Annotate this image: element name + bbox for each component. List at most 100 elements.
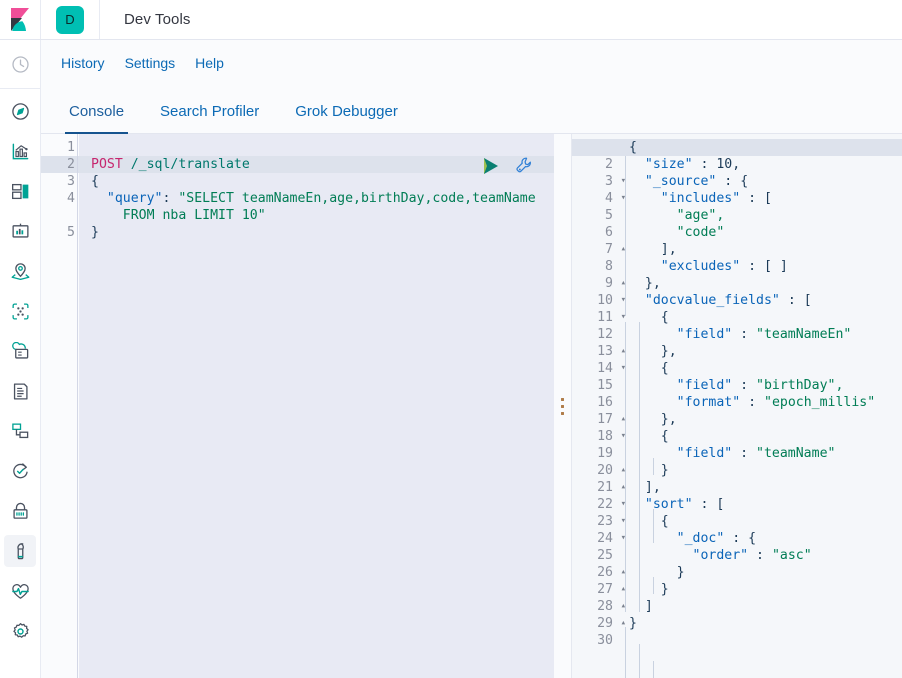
code-line: } bbox=[91, 225, 99, 240]
line-number: 16 bbox=[597, 395, 613, 410]
code-line: { bbox=[91, 174, 99, 189]
gutter-line[interactable]: 17 ▴ bbox=[572, 411, 626, 428]
tab-console[interactable]: Console bbox=[51, 103, 142, 134]
request-code-area[interactable]: POST /_sql/translate { "query": "SELECT … bbox=[77, 134, 554, 678]
sidebar-item-apm[interactable] bbox=[4, 415, 36, 447]
line-number: 22 bbox=[597, 497, 613, 512]
space-avatar: D bbox=[56, 5, 84, 34]
json-separator: : bbox=[724, 531, 749, 546]
gutter-line[interactable]: 6 bbox=[572, 224, 617, 241]
gutter-line[interactable]: 3▾ bbox=[41, 173, 88, 190]
line-number: 3 bbox=[67, 174, 75, 189]
gutter-line[interactable]: 13 ▴ bbox=[572, 343, 626, 360]
gutter-line[interactable]: 27 ▴ bbox=[572, 581, 626, 598]
sidebar-item-dashboard[interactable] bbox=[4, 175, 36, 207]
gutter-line[interactable]: 4 bbox=[41, 190, 79, 207]
gutter-line[interactable]: 2 bbox=[41, 156, 79, 173]
gutter-line[interactable]: 2 bbox=[572, 156, 617, 173]
json-bracket: ] bbox=[644, 599, 653, 614]
gutter-line[interactable]: 11 ▾ bbox=[572, 309, 626, 326]
json-separator: : bbox=[716, 174, 741, 189]
json-string-value: "teamNameEn" bbox=[756, 327, 852, 342]
json-key: "field" bbox=[676, 327, 733, 342]
request-editor-pane[interactable]: 1 2 3▾ 4 5▴ POST /_sql/translate { "quer… bbox=[41, 134, 554, 678]
gutter-line[interactable]: 24 ▾ bbox=[572, 530, 626, 547]
gutter-line[interactable]: 23 ▾ bbox=[572, 513, 626, 530]
code-line: "_source" : { bbox=[629, 173, 902, 190]
gutter-line[interactable]: 20 ▴ bbox=[572, 462, 626, 479]
json-key: "field" bbox=[676, 378, 733, 393]
request-editor[interactable]: 1 2 3▾ 4 5▴ POST /_sql/translate { "quer… bbox=[41, 134, 554, 678]
gutter-line[interactable]: 26 ▴ bbox=[572, 564, 626, 581]
sidebar-item-logs[interactable] bbox=[4, 375, 36, 407]
logs-icon bbox=[13, 382, 28, 400]
response-editor[interactable]: 1▾23▾4▾567▴89▴10▾11▾1213▴14▾151617▴18▾19… bbox=[572, 134, 902, 678]
line-number: 15 bbox=[597, 378, 613, 393]
gutter-line[interactable]: 18 ▾ bbox=[572, 428, 626, 445]
gutter-line[interactable]: 5 bbox=[572, 207, 617, 224]
json-separator: : bbox=[692, 157, 717, 172]
gutter-line[interactable]: 5▴ bbox=[41, 207, 88, 241]
code-line: }, bbox=[629, 275, 902, 292]
gutter-line[interactable]: 10 ▾ bbox=[572, 292, 626, 309]
code-line: { bbox=[629, 309, 902, 326]
gutter-line[interactable]: 7 ▴ bbox=[572, 241, 626, 258]
sidebar-item-infrastructure[interactable] bbox=[4, 335, 36, 367]
gutter-line[interactable]: 16 bbox=[572, 394, 617, 411]
json-bracket: { bbox=[660, 361, 669, 376]
line-number: 21 bbox=[597, 480, 613, 495]
json-key: "field" bbox=[676, 446, 733, 461]
sidebar-item-canvas[interactable] bbox=[4, 215, 36, 247]
json-bracket: ], bbox=[660, 242, 677, 257]
line-number: 6 bbox=[605, 225, 613, 240]
sidebar-item-stack-monitoring[interactable] bbox=[4, 575, 36, 607]
gutter-line[interactable]: 9 ▴ bbox=[572, 275, 626, 292]
tab-grok-debugger[interactable]: Grok Debugger bbox=[277, 103, 416, 133]
gutter-line[interactable]: 29 ▴ bbox=[572, 615, 626, 632]
line-number: 12 bbox=[597, 327, 613, 342]
sidebar-item-machine-learning[interactable] bbox=[4, 295, 36, 327]
menu-history[interactable]: History bbox=[51, 51, 115, 75]
sidebar-item-dev-tools[interactable] bbox=[4, 535, 36, 567]
response-editor-pane[interactable]: 1▾23▾4▾567▴89▴10▾11▾1213▴14▾151617▴18▾19… bbox=[572, 134, 902, 678]
gutter-line[interactable]: 12 bbox=[572, 326, 617, 343]
sidebar-item-recently-viewed[interactable] bbox=[4, 48, 36, 80]
gutter-line[interactable]: 30 bbox=[572, 632, 617, 649]
json-key: "order" bbox=[692, 548, 749, 563]
gutter-line[interactable]: 21 ▴ bbox=[572, 479, 626, 496]
json-separator: : bbox=[740, 259, 764, 274]
code-line: { bbox=[629, 360, 902, 377]
tab-search-profiler[interactable]: Search Profiler bbox=[142, 103, 277, 133]
sidebar-item-uptime[interactable] bbox=[4, 455, 36, 487]
space-selector[interactable]: D bbox=[41, 0, 100, 39]
gutter-line[interactable]: 4 ▾ bbox=[572, 190, 626, 207]
gutter-line[interactable]: 14 ▾ bbox=[572, 360, 626, 377]
json-key: "query" bbox=[106, 191, 163, 206]
line-number: 2 bbox=[605, 157, 613, 172]
json-key: "excludes" bbox=[660, 259, 741, 274]
gutter-line[interactable]: 3▾ bbox=[572, 173, 626, 190]
page-title: Dev Tools bbox=[124, 11, 191, 28]
sidebar-item-siem[interactable] bbox=[4, 495, 36, 527]
line-number: 25 bbox=[597, 548, 613, 563]
gutter-line[interactable]: 1 bbox=[41, 139, 79, 156]
kibana-home-button[interactable] bbox=[0, 0, 41, 39]
line-number: 10 bbox=[597, 293, 613, 308]
dev-tools-wrench-icon bbox=[16, 542, 24, 559]
sidebar-item-visualize[interactable] bbox=[4, 135, 36, 167]
menu-help[interactable]: Help bbox=[185, 51, 234, 75]
code-line: "field" : "teamName" bbox=[629, 445, 902, 462]
gutter-line[interactable]: 15 bbox=[572, 377, 617, 394]
sidebar-item-discover[interactable] bbox=[4, 95, 36, 127]
code-line: } bbox=[629, 462, 902, 479]
response-gutter: 1▾23▾4▾567▴89▴10▾11▾1213▴14▾151617▴18▾19… bbox=[572, 134, 626, 678]
gutter-line[interactable]: 19 bbox=[572, 445, 617, 462]
gutter-line[interactable]: 8 bbox=[572, 258, 617, 275]
gutter-line[interactable]: 28 ▴ bbox=[572, 598, 626, 615]
gutter-line[interactable]: 22 ▾ bbox=[572, 496, 626, 513]
sidebar-item-management[interactable] bbox=[4, 615, 36, 647]
menu-settings[interactable]: Settings bbox=[115, 51, 186, 75]
pane-resizer[interactable] bbox=[554, 134, 572, 678]
gutter-line[interactable]: 25 bbox=[572, 547, 617, 564]
sidebar-item-maps[interactable] bbox=[4, 255, 36, 287]
